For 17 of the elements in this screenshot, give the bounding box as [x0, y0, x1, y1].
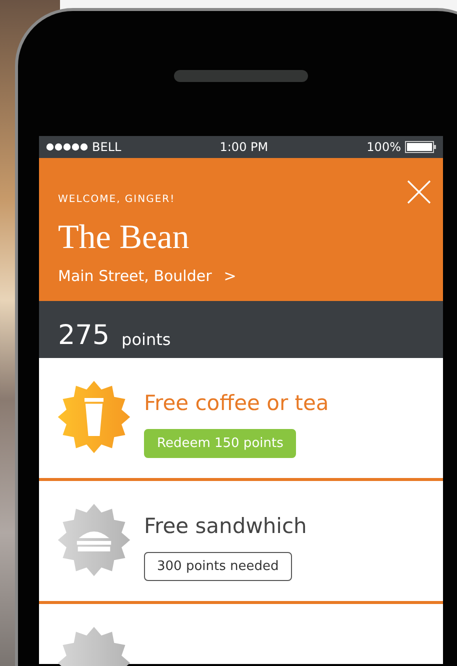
signal-icon	[46, 143, 88, 151]
clock-time: 1:00 PM	[220, 140, 268, 154]
carrier-name: BELL	[92, 140, 122, 154]
welcome-text: WELCOME, GINGER!	[58, 194, 176, 205]
battery-percent: 100%	[366, 140, 401, 154]
sandwich-badge-icon	[56, 502, 132, 578]
close-icon[interactable]	[407, 180, 431, 204]
redeem-button[interactable]: Redeem 150 points	[144, 429, 296, 458]
reward-title: Free coffee or tea	[144, 391, 329, 415]
location-link[interactable]: Main Street, Boulder >	[58, 267, 236, 285]
battery-icon	[404, 141, 437, 153]
points-value: 275	[58, 322, 110, 349]
points-needed-label: 300 points needed	[144, 552, 292, 581]
cup-badge-icon	[56, 379, 132, 455]
reward-title: Free sandwhich	[144, 514, 307, 538]
points-label: points	[122, 330, 171, 349]
store-name: The Bean	[58, 219, 190, 257]
